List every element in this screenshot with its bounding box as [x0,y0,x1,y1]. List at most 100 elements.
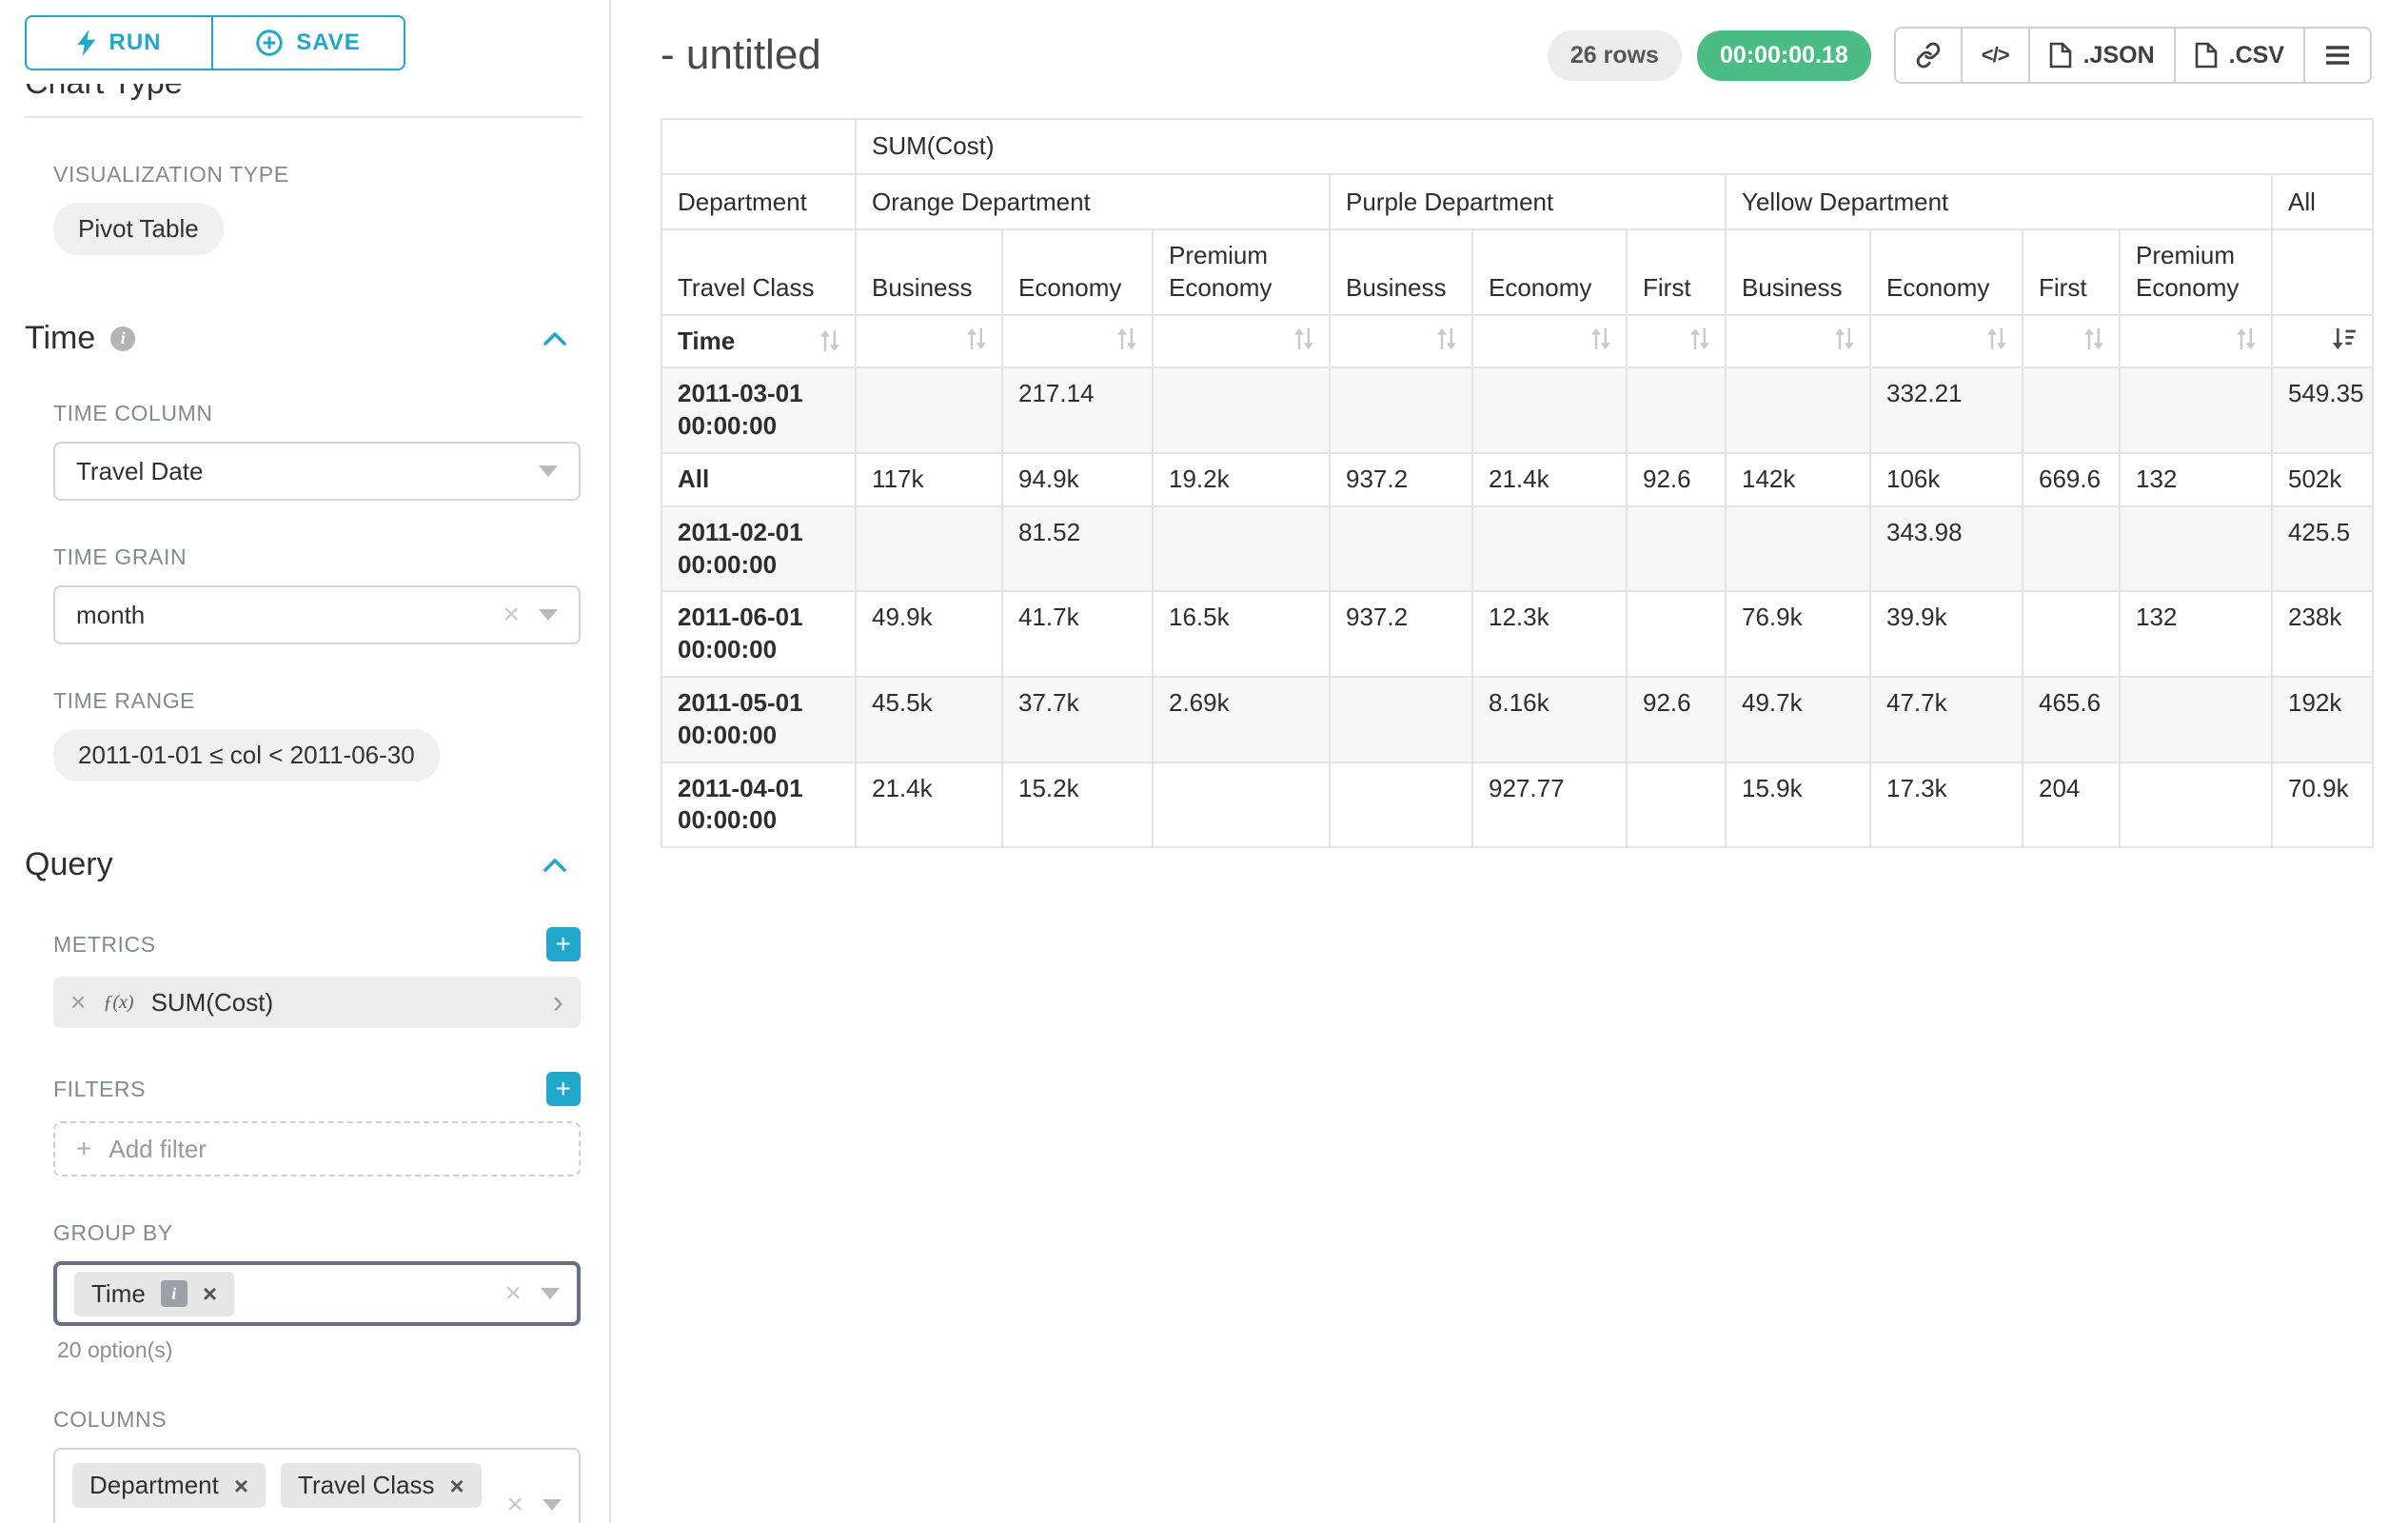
time-grain-select[interactable]: month × [53,585,581,644]
pivot-cell [1472,506,1627,592]
sort-icon[interactable] [2084,328,2103,349]
column-sort-header[interactable] [1153,315,1330,368]
chevron-up-icon[interactable] [543,331,567,346]
remove-icon[interactable]: × [234,1474,248,1498]
clear-icon[interactable]: × [503,601,520,629]
copy-link-button[interactable] [1894,27,1963,84]
clear-icon[interactable]: × [504,1279,522,1308]
export-button-group: </> .JSON .CSV [1894,27,2372,84]
save-button[interactable]: SAVE [213,15,405,70]
col-header: First [2023,229,2120,315]
sort-icon[interactable] [1437,328,1456,349]
sort-icon[interactable] [1591,328,1610,349]
sort-icon[interactable] [1835,328,1854,349]
pivot-cell: 70.9k [2272,762,2373,848]
column-sort-header[interactable] [1002,315,1153,368]
time-section-header[interactable]: Time i [25,320,582,357]
pivot-cell: 21.4k [856,762,1002,848]
link-icon [1915,42,1942,69]
embed-code-button[interactable]: </> [1963,27,2030,84]
pivot-cell [2120,677,2272,762]
chart-type-section: Chart Type [25,84,582,107]
export-csv-button[interactable]: .CSV [2176,27,2305,84]
chart-title[interactable]: - untitled [661,31,821,79]
visualization-type-label-row: VISUALIZATION TYPE [53,162,581,188]
remove-metric-icon[interactable]: × [70,987,86,1018]
pivot-row: 2011-03-01 00:00:00217.14332.21549.35 [661,367,2373,453]
column-sort-header[interactable] [2023,315,2120,368]
chart-control-panel: RUN SAVE Chart Type VISUALIZATION TYPE P… [0,0,611,1523]
pivot-row: 2011-05-01 00:00:0045.5k37.7k2.69k8.16k9… [661,677,2373,762]
pivot-cell: 19.2k [1153,453,1330,506]
sort-icon[interactable] [1690,328,1709,349]
column-sort-header[interactable] [1472,315,1627,368]
row-dimension-header[interactable]: Time [661,315,856,368]
run-button[interactable]: RUN [25,15,213,70]
pivot-cell: 332.21 [1870,367,2023,453]
columns-value-pill[interactable]: Travel Class× [281,1463,482,1508]
column-sort-header[interactable] [2120,315,2272,368]
pivot-cell: 2.69k [1153,677,1330,762]
pivot-cell [2120,762,2272,848]
remove-icon[interactable]: × [450,1474,464,1498]
pivot-cell: 106k [1870,453,2023,506]
time-section-title: Time [25,320,95,357]
chevron-up-icon[interactable] [543,858,567,873]
pivot-cell [2023,591,2120,677]
pivot-cell: 937.2 [1330,591,1472,677]
pivot-cell: 465.6 [2023,677,2120,762]
column-sort-header[interactable] [1726,315,1870,368]
time-column-select[interactable]: Travel Date [53,442,581,501]
metric-item[interactable]: × ƒ(x) SUM(Cost) › [53,977,581,1028]
add-metric-button[interactable]: + [546,927,581,961]
columns-value-pill[interactable]: Department× [72,1463,266,1508]
pivot-cell: 425.5 [2272,506,2373,592]
pivot-row: 2011-02-01 00:00:0081.52343.98425.5 [661,506,2373,592]
query-section-header[interactable]: Query [25,846,582,883]
sort-icon[interactable] [1987,328,2006,349]
chart-header: - untitled 26 rows 00:00:00.18 </> .JSON [661,27,2372,84]
viz-type-pill[interactable]: Pivot Table [53,203,224,255]
sort-icon[interactable] [2237,328,2256,349]
sort-icon[interactable] [1294,328,1313,349]
chevron-right-icon[interactable]: › [553,986,563,1019]
row-header: 2011-02-01 00:00:00 [661,506,856,592]
columns-select[interactable]: Department× Travel Class× × [53,1448,581,1523]
clear-icon[interactable]: × [506,1491,523,1519]
column-sort-header[interactable] [856,315,1002,368]
export-json-label: .JSON [2083,42,2155,69]
sort-icon[interactable] [1117,328,1136,349]
export-json-button[interactable]: .JSON [2030,27,2176,84]
column-sort-header[interactable] [2272,315,2373,368]
more-menu-button[interactable] [2305,27,2372,84]
metrics-label-row: METRICS + [53,927,581,961]
export-csv-label: .CSV [2229,42,2284,69]
pivot-cell: 47.7k [1870,677,2023,762]
file-icon [2049,42,2072,69]
sort-icon[interactable] [967,328,986,349]
sort-icon[interactable] [820,330,839,351]
column-sort-header[interactable] [1870,315,2023,368]
chevron-down-icon [543,1499,562,1511]
time-range-pill[interactable]: 2011-01-01 ≤ col < 2011-06-30 [53,729,440,781]
visualization-type-label: VISUALIZATION TYPE [53,162,289,188]
column-sort-header[interactable] [1627,315,1726,368]
columns-tags: Department× Travel Class× [72,1463,562,1508]
chart-header-toolbar: 26 rows 00:00:00.18 </> .JSON . [1548,27,2372,84]
pivot-cell: 142k [1726,453,1870,506]
add-filter-placeholder: Add filter [109,1135,207,1164]
add-filter-dropzone[interactable]: + Add filter [53,1121,581,1177]
column-sort-header[interactable] [1330,315,1472,368]
row-dimension-label: Time [678,326,735,358]
pivot-cell: 94.9k [1002,453,1153,506]
row-header: 2011-03-01 00:00:00 [661,367,856,453]
group-by-value-pill[interactable]: Timei× [74,1272,234,1316]
sort-descending-icon[interactable] [2332,328,2357,349]
pivot-cell: 549.35 [2272,367,2373,453]
remove-icon[interactable]: × [203,1281,217,1306]
pivot-cell: 8.16k [1472,677,1627,762]
group-by-select[interactable]: Timei× × [53,1261,581,1326]
add-filter-button[interactable]: + [546,1072,581,1106]
pivot-cell: 238k [2272,591,2373,677]
time-column-value: Travel Date [76,457,203,486]
